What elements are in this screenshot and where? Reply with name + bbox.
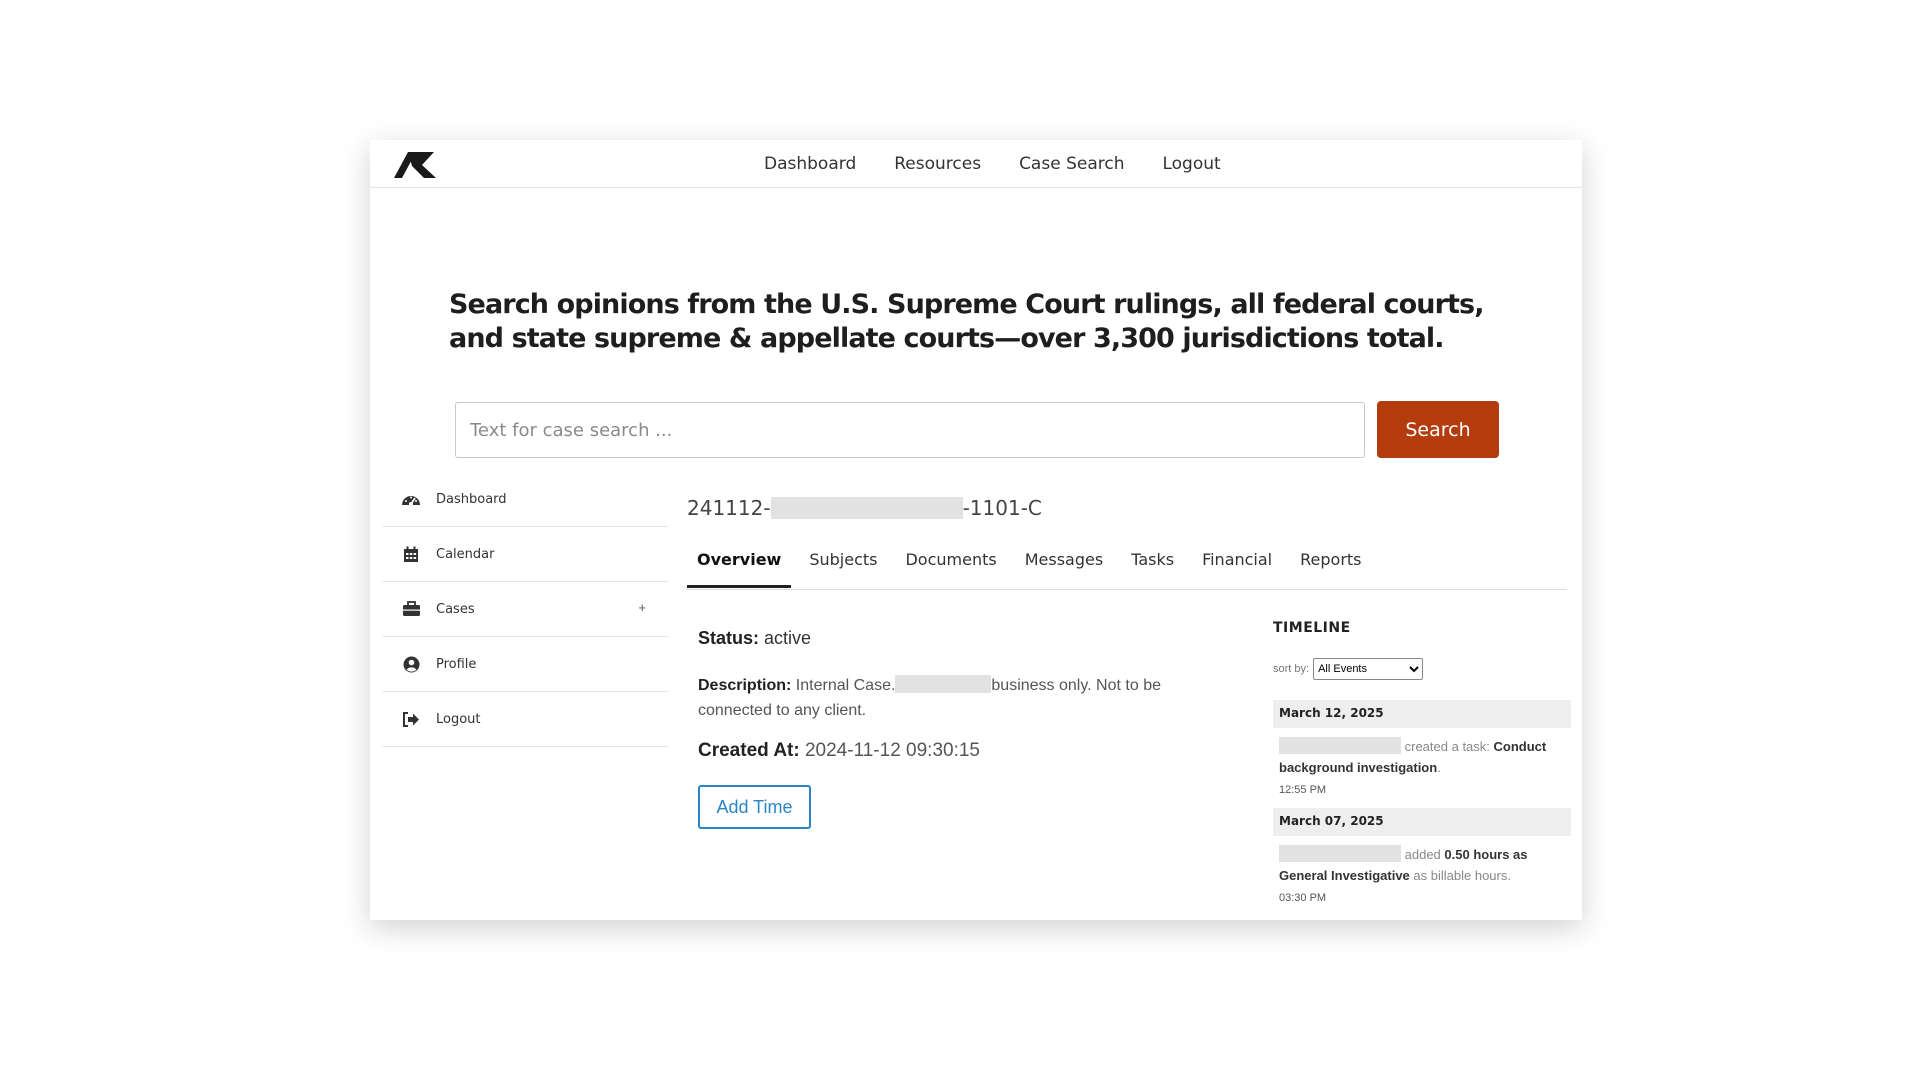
briefcase-icon: [400, 598, 422, 620]
sidebar-item-label: Dashboard: [436, 491, 507, 507]
redacted-block: [1279, 737, 1401, 754]
user-circle-icon: [400, 653, 422, 675]
sidebar-item-label: Calendar: [436, 546, 495, 562]
description-label: Description:: [698, 677, 792, 694]
tab-messages[interactable]: Messages: [1015, 536, 1113, 588]
logout-icon: [400, 708, 422, 730]
sidebar-item-cases[interactable]: Cases +: [382, 582, 668, 637]
case-number-prefix: 241112-: [687, 496, 771, 520]
timeline-action: created a task:: [1404, 739, 1490, 754]
expand-plus-icon[interactable]: +: [638, 600, 646, 615]
timeline-end: .: [1437, 760, 1441, 775]
app-window: Dashboard Resources Case Search Logout S…: [370, 140, 1582, 920]
status-label: Status:: [698, 628, 760, 648]
timeline-end: as billable hours.: [1413, 868, 1511, 883]
nav-link-case-search[interactable]: Case Search: [1019, 154, 1124, 174]
tab-reports[interactable]: Reports: [1290, 536, 1371, 588]
timeline-action: added: [1404, 847, 1441, 862]
case-created-at: Created At: 2024-11-12 09:30:15: [698, 740, 980, 762]
sidebar-item-logout[interactable]: Logout: [382, 692, 668, 747]
timeline-sort-row: sort by: All Events: [1273, 658, 1573, 680]
status-value: active: [764, 628, 812, 648]
case-number-suffix: -1101-C: [962, 496, 1042, 520]
nav-link-logout[interactable]: Logout: [1162, 154, 1220, 174]
sidebar-item-label: Profile: [436, 656, 477, 672]
timeline-time: 12:55 PM: [1279, 784, 1327, 796]
redacted-block: [895, 675, 992, 693]
created-label: Created At:: [698, 740, 800, 761]
add-time-button[interactable]: Add Time: [698, 785, 811, 829]
tab-subjects[interactable]: Subjects: [799, 536, 887, 588]
sidebar-item-label: Logout: [436, 711, 481, 727]
sort-label: sort by:: [1273, 663, 1310, 675]
main-nav: Dashboard Resources Case Search Logout: [764, 140, 1221, 188]
timeline-date-header: March 07, 2025: [1273, 808, 1571, 836]
timeline-panel: TIMELINE sort by: All Events March 12, 2…: [1273, 620, 1573, 912]
sidebar: Dashboard Calendar Cases + Profile Logou…: [382, 472, 668, 747]
top-navbar: Dashboard Resources Case Search Logout: [370, 140, 1582, 188]
timeline-entry: added 0.50 hours as General Investigativ…: [1273, 836, 1573, 886]
sidebar-item-profile[interactable]: Profile: [382, 637, 668, 692]
timeline-date-header: March 12, 2025: [1273, 700, 1571, 728]
timeline-time: 03:30 PM: [1279, 892, 1327, 904]
calendar-icon: [400, 543, 422, 565]
timeline-title: TIMELINE: [1273, 620, 1351, 636]
search-button[interactable]: Search: [1377, 401, 1499, 458]
tab-documents[interactable]: Documents: [895, 536, 1006, 588]
sidebar-item-dashboard[interactable]: Dashboard: [382, 472, 668, 527]
case-status: Status: active: [698, 628, 811, 649]
nav-link-dashboard[interactable]: Dashboard: [764, 154, 856, 174]
tab-overview[interactable]: Overview: [687, 536, 792, 588]
case-tabs: Overview Subjects Documents Messages Tas…: [687, 536, 1567, 590]
tab-financial[interactable]: Financial: [1192, 536, 1282, 588]
sidebar-item-label: Cases: [436, 601, 475, 617]
case-number: 241112- -1101-C: [687, 496, 1042, 520]
dashboard-gauge-icon: [400, 488, 422, 510]
case-search-input[interactable]: [455, 402, 1365, 458]
sidebar-item-calendar[interactable]: Calendar: [382, 527, 668, 582]
redacted-block: [770, 497, 963, 519]
timeline-entry: created a task: Conduct background inves…: [1273, 728, 1573, 778]
created-value: 2024-11-12 09:30:15: [804, 740, 981, 761]
hero-headline: Search opinions from the U.S. Supreme Co…: [449, 289, 1484, 354]
case-description: Description: Internal Case. business only…: [698, 673, 1218, 723]
nav-link-resources[interactable]: Resources: [894, 154, 981, 174]
tab-tasks[interactable]: Tasks: [1121, 536, 1184, 588]
description-text-1: Internal Case.: [795, 677, 896, 694]
sort-select[interactable]: All Events: [1313, 658, 1424, 680]
brand-logo[interactable]: [392, 148, 438, 180]
redacted-block: [1279, 845, 1401, 862]
